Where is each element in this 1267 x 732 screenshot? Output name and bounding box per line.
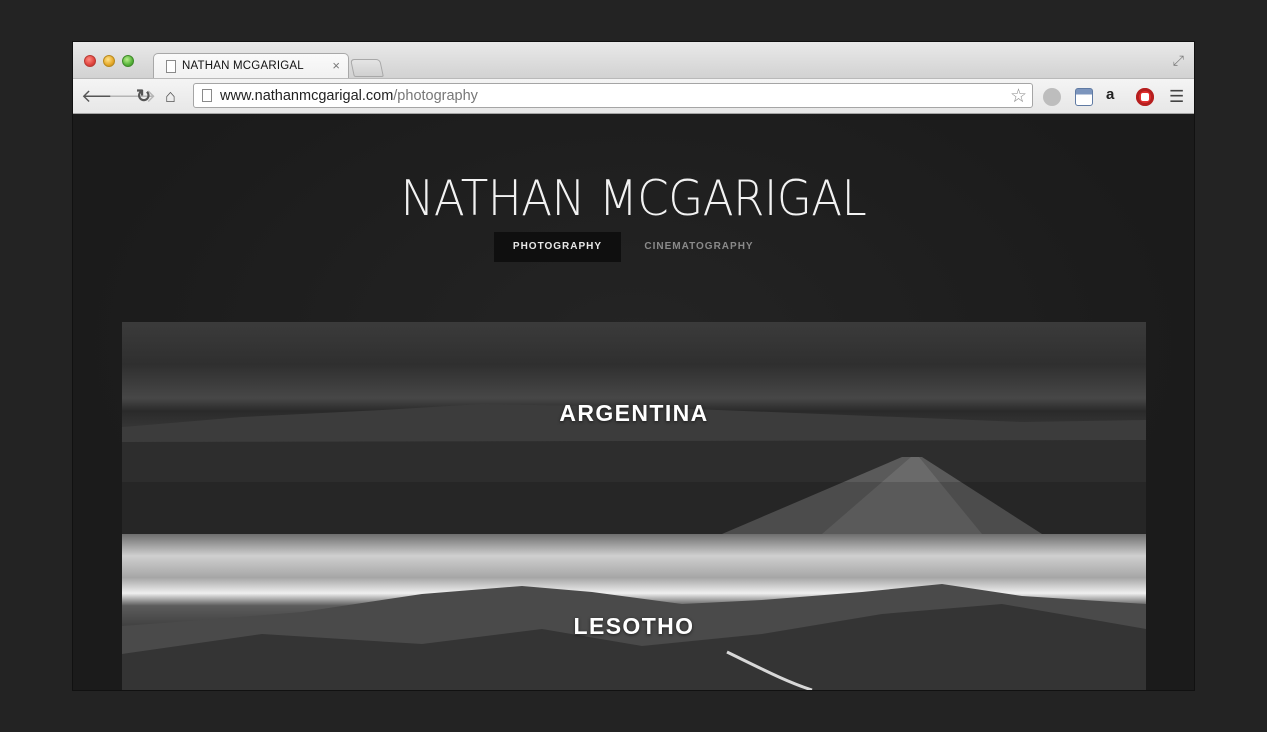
zoom-window-button[interactable]	[122, 55, 134, 67]
nav-photography[interactable]: PHOTOGRAPHY	[494, 232, 621, 262]
page-icon	[202, 89, 212, 102]
reload-icon[interactable]: ↻	[136, 86, 151, 106]
extension-window-icon[interactable]	[1075, 88, 1093, 106]
gallery-tile-argentina[interactable]: ARGENTINA	[122, 322, 1146, 534]
browser-tab[interactable]: NATHAN MCGARIGAL ×	[153, 53, 349, 79]
extension-ghost-icon[interactable]	[1043, 88, 1061, 106]
url-path: /photography	[393, 88, 478, 104]
url-host: www.nathanmcgarigal.com	[220, 88, 394, 104]
browser-toolbar: 🡐 🡒 ↻ ⌂ www.nathanmcgarigal.com/photogra…	[73, 78, 1194, 114]
tab-strip: NATHAN MCGARIGAL × ⤢	[73, 42, 1194, 79]
web-page: NATHAN MCGARIGAL PHOTOGRAPHY CINEMATOGRA…	[73, 114, 1194, 690]
minimize-window-button[interactable]	[103, 55, 115, 67]
gallery-label-lesotho: LESOTHO	[573, 613, 695, 639]
argentina-landscape-image	[122, 404, 1146, 534]
page-icon	[166, 60, 176, 73]
browser-window: NATHAN MCGARIGAL × ⤢ 🡐 🡒 ↻ ⌂ www.nathanm…	[73, 42, 1194, 690]
home-icon[interactable]: ⌂	[165, 86, 176, 106]
hamburger-menu-icon[interactable]: ☰	[1169, 87, 1184, 107]
address-bar[interactable]: www.nathanmcgarigal.com/photography ☆	[193, 83, 1033, 108]
tab-close-icon[interactable]: ×	[332, 58, 340, 73]
gallery-tile-lesotho[interactable]: LESOTHO	[122, 534, 1146, 690]
nav-cinematography[interactable]: CINEMATOGRAPHY	[634, 232, 764, 262]
gallery-label-argentina: ARGENTINA	[559, 400, 709, 426]
amazon-extension-icon[interactable]: a	[1106, 86, 1124, 104]
lesotho-landscape-image	[122, 584, 1146, 690]
star-icon[interactable]: ☆	[1010, 85, 1027, 108]
site-title[interactable]: NATHAN MCGARIGAL	[118, 170, 1149, 227]
fullscreen-icon[interactable]: ⤢	[1173, 52, 1184, 69]
url-text[interactable]: www.nathanmcgarigal.com/photography	[220, 88, 478, 104]
tab-title: NATHAN MCGARIGAL	[182, 60, 304, 72]
close-window-button[interactable]	[84, 55, 96, 67]
adblock-extension-icon[interactable]	[1136, 88, 1154, 106]
gallery: ARGENTINA LESOTHO	[122, 322, 1146, 690]
new-tab-button[interactable]	[350, 59, 384, 77]
